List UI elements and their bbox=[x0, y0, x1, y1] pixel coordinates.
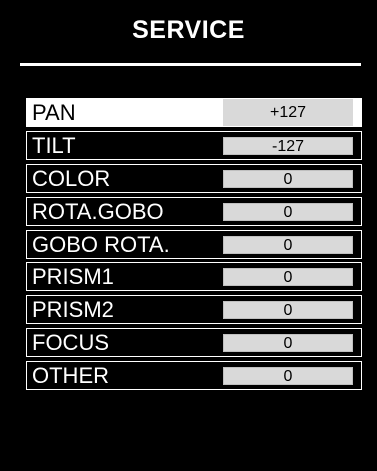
value-field-pan[interactable]: +127 bbox=[223, 99, 353, 126]
menu-item-gobo-rota[interactable]: GOBO ROTA. 0 bbox=[26, 229, 362, 259]
menu-item-focus[interactable]: FOCUS 0 bbox=[26, 328, 362, 358]
menu-item-other[interactable]: OTHER 0 bbox=[26, 361, 362, 391]
menu-item-prism2[interactable]: PRISM2 0 bbox=[26, 295, 362, 325]
menu-item-label: GOBO ROTA. bbox=[32, 231, 170, 257]
value-field-prism1[interactable]: 0 bbox=[223, 268, 353, 287]
menu-item-label: PRISM2 bbox=[32, 297, 114, 323]
value-field-focus[interactable]: 0 bbox=[223, 334, 353, 353]
menu-item-label: COLOR bbox=[32, 165, 111, 191]
menu-item-tilt[interactable]: TILT -127 bbox=[26, 130, 362, 160]
value-field-color[interactable]: 0 bbox=[223, 169, 353, 188]
menu-item-prism1[interactable]: PRISM1 0 bbox=[26, 262, 362, 292]
value-field-tilt[interactable]: -127 bbox=[223, 136, 353, 155]
value-field-rota-gobo[interactable]: 0 bbox=[223, 202, 353, 221]
menu-item-label: TILT bbox=[32, 132, 76, 158]
value-field-other[interactable]: 0 bbox=[223, 367, 353, 386]
menu-item-label: OTHER bbox=[32, 363, 109, 389]
menu-item-rota-gobo[interactable]: ROTA.GOBO 0 bbox=[26, 196, 362, 226]
title-divider bbox=[20, 63, 361, 66]
menu-item-pan[interactable]: PAN +127 bbox=[26, 98, 362, 127]
service-menu-list: PAN +127 TILT -127 COLOR 0 ROTA.GOBO 0 G… bbox=[26, 98, 362, 394]
page-title: SERVICE bbox=[132, 16, 245, 44]
menu-item-label: PAN bbox=[32, 100, 76, 125]
service-screen: SERVICE PAN +127 TILT -127 COLOR 0 ROTA.… bbox=[0, 0, 377, 471]
menu-item-label: FOCUS bbox=[32, 330, 109, 356]
value-field-prism2[interactable]: 0 bbox=[223, 301, 353, 320]
menu-item-label: PRISM1 bbox=[32, 264, 114, 290]
value-field-gobo-rota[interactable]: 0 bbox=[223, 235, 353, 254]
menu-item-label: ROTA.GOBO bbox=[32, 198, 164, 224]
menu-item-color[interactable]: COLOR 0 bbox=[26, 163, 362, 193]
